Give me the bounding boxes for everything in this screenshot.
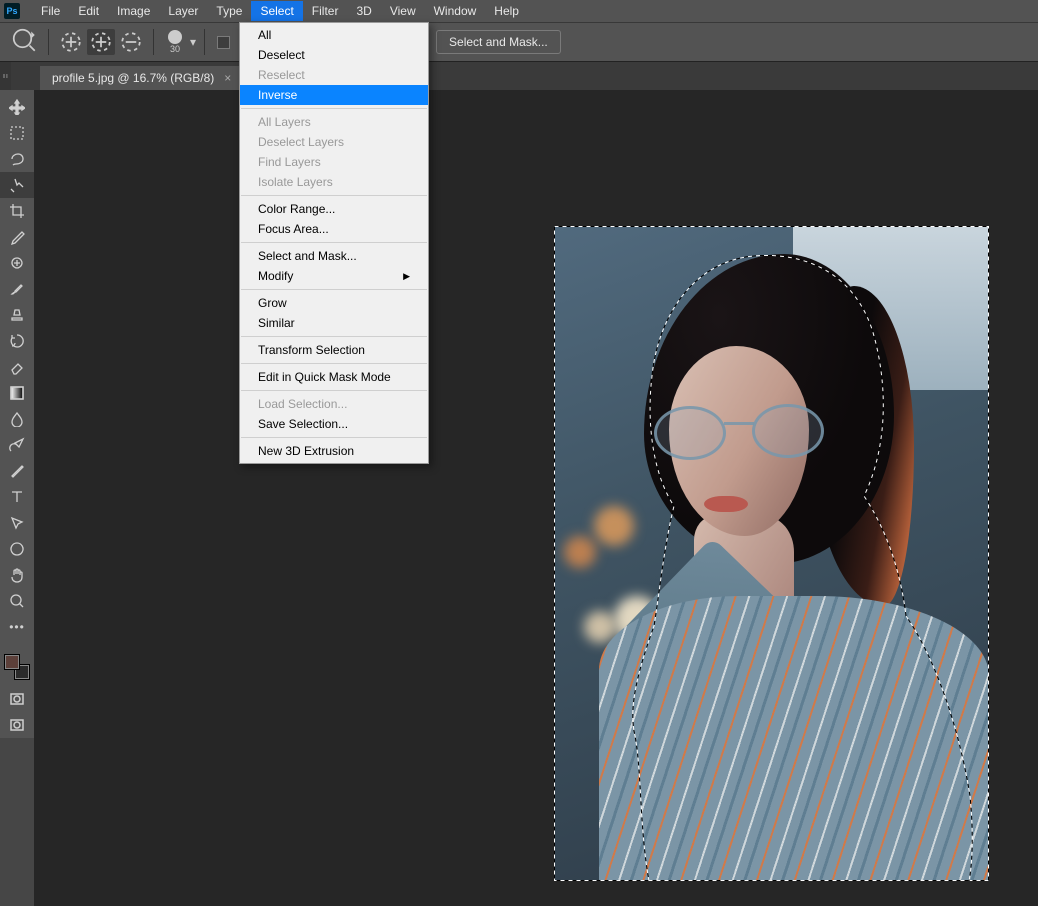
menu-layer[interactable]: Layer bbox=[159, 1, 207, 21]
menubar: Ps FileEditImageLayerTypeSelectFilter3DV… bbox=[0, 0, 1038, 22]
menu-image[interactable]: Image bbox=[108, 1, 159, 21]
document-tab-label: profile 5.jpg @ 16.7% (RGB/8) bbox=[52, 71, 214, 85]
tool-preset-picker[interactable] bbox=[12, 29, 40, 55]
divider bbox=[153, 29, 154, 55]
menu-separator bbox=[241, 390, 427, 391]
tool-type[interactable] bbox=[0, 484, 34, 510]
options-bar: 30 ▾ Select and Mask... bbox=[0, 22, 1038, 62]
app-logo: Ps bbox=[4, 3, 20, 19]
select-and-mask-button[interactable]: Select and Mask... bbox=[436, 30, 561, 54]
menu-separator bbox=[241, 242, 427, 243]
tool-edit-toolbar[interactable]: ••• bbox=[0, 614, 34, 640]
panel-grip[interactable] bbox=[0, 62, 11, 90]
menu-item-new-3d-extrusion[interactable]: New 3D Extrusion bbox=[240, 441, 428, 461]
tool-shape[interactable] bbox=[0, 536, 34, 562]
menu-separator bbox=[241, 289, 427, 290]
document-tab[interactable]: profile 5.jpg @ 16.7% (RGB/8) × bbox=[40, 66, 241, 90]
menu-edit[interactable]: Edit bbox=[69, 1, 108, 21]
close-tab-icon[interactable]: × bbox=[224, 71, 231, 85]
tool-healing[interactable] bbox=[0, 250, 34, 276]
tool-blur[interactable] bbox=[0, 406, 34, 432]
tool-pen[interactable] bbox=[0, 458, 34, 484]
menu-separator bbox=[241, 336, 427, 337]
menu-item-deselect-layers: Deselect Layers bbox=[240, 132, 428, 152]
menu-separator bbox=[241, 108, 427, 109]
select-menu-dropdown: AllDeselectReselectInverse All LayersDese… bbox=[239, 22, 429, 464]
quick-select-new[interactable] bbox=[87, 29, 115, 55]
menu-item-color-range[interactable]: Color Range... bbox=[240, 199, 428, 219]
tool-eraser[interactable] bbox=[0, 354, 34, 380]
menu-item-select-and-mask[interactable]: Select and Mask... bbox=[240, 246, 428, 266]
screen-mode-icon[interactable] bbox=[0, 712, 34, 738]
menu-item-save-selection[interactable]: Save Selection... bbox=[240, 414, 428, 434]
menu-separator bbox=[241, 195, 427, 196]
document-tab-bar: profile 5.jpg @ 16.7% (RGB/8) × bbox=[0, 62, 1038, 90]
menu-type[interactable]: Type bbox=[207, 1, 251, 21]
menu-item-modify[interactable]: Modify▶ bbox=[240, 266, 428, 286]
tool-quick-select[interactable] bbox=[0, 172, 34, 198]
document-image bbox=[554, 226, 989, 881]
tool-dodge[interactable] bbox=[0, 432, 34, 458]
brush-size-picker[interactable]: 30 bbox=[168, 30, 182, 54]
tool-eyedropper[interactable] bbox=[0, 224, 34, 250]
brush-size-value: 30 bbox=[170, 44, 180, 54]
tool-path-select[interactable] bbox=[0, 510, 34, 536]
menu-item-edit-in-quick-mask-mode[interactable]: Edit in Quick Mask Mode bbox=[240, 367, 428, 387]
menu-3d[interactable]: 3D bbox=[347, 1, 380, 21]
menu-separator bbox=[241, 437, 427, 438]
tool-zoom[interactable] bbox=[0, 588, 34, 614]
quick-select-add[interactable] bbox=[57, 29, 85, 55]
menu-window[interactable]: Window bbox=[425, 1, 486, 21]
quick-mask-icon[interactable] bbox=[0, 686, 34, 712]
tool-brush[interactable] bbox=[0, 276, 34, 302]
toolbar: ••• bbox=[0, 90, 34, 738]
menu-item-find-layers: Find Layers bbox=[240, 152, 428, 172]
menu-item-load-selection: Load Selection... bbox=[240, 394, 428, 414]
foreground-color[interactable] bbox=[4, 654, 20, 670]
tool-stamp[interactable] bbox=[0, 302, 34, 328]
menu-item-transform-selection[interactable]: Transform Selection bbox=[240, 340, 428, 360]
canvas[interactable] bbox=[34, 90, 1038, 906]
sample-all-layers-checkbox[interactable] bbox=[217, 36, 230, 49]
menu-view[interactable]: View bbox=[381, 1, 425, 21]
divider bbox=[48, 29, 49, 55]
menu-item-focus-area[interactable]: Focus Area... bbox=[240, 219, 428, 239]
brush-dot-icon bbox=[168, 30, 182, 44]
menu-item-similar[interactable]: Similar bbox=[240, 313, 428, 333]
tool-move[interactable] bbox=[0, 94, 34, 120]
menu-item-isolate-layers: Isolate Layers bbox=[240, 172, 428, 192]
menu-item-grow[interactable]: Grow bbox=[240, 293, 428, 313]
tool-marquee[interactable] bbox=[0, 120, 34, 146]
menu-item-all-layers: All Layers bbox=[240, 112, 428, 132]
quick-select-subtract[interactable] bbox=[117, 29, 145, 55]
menu-separator bbox=[241, 363, 427, 364]
menu-file[interactable]: File bbox=[32, 1, 69, 21]
chevron-down-icon[interactable]: ▾ bbox=[190, 35, 196, 49]
menu-filter[interactable]: Filter bbox=[303, 1, 348, 21]
divider bbox=[204, 29, 205, 55]
tool-hand[interactable] bbox=[0, 562, 34, 588]
menu-item-reselect: Reselect bbox=[240, 65, 428, 85]
tool-crop[interactable] bbox=[0, 198, 34, 224]
menu-help[interactable]: Help bbox=[485, 1, 528, 21]
tool-lasso[interactable] bbox=[0, 146, 34, 172]
menu-item-deselect[interactable]: Deselect bbox=[240, 45, 428, 65]
menu-select[interactable]: Select bbox=[251, 1, 302, 21]
tool-gradient[interactable] bbox=[0, 380, 34, 406]
menu-item-all[interactable]: All bbox=[240, 25, 428, 45]
menu-item-inverse[interactable]: Inverse bbox=[240, 85, 428, 105]
color-swatches[interactable] bbox=[4, 654, 30, 680]
tool-history-brush[interactable] bbox=[0, 328, 34, 354]
